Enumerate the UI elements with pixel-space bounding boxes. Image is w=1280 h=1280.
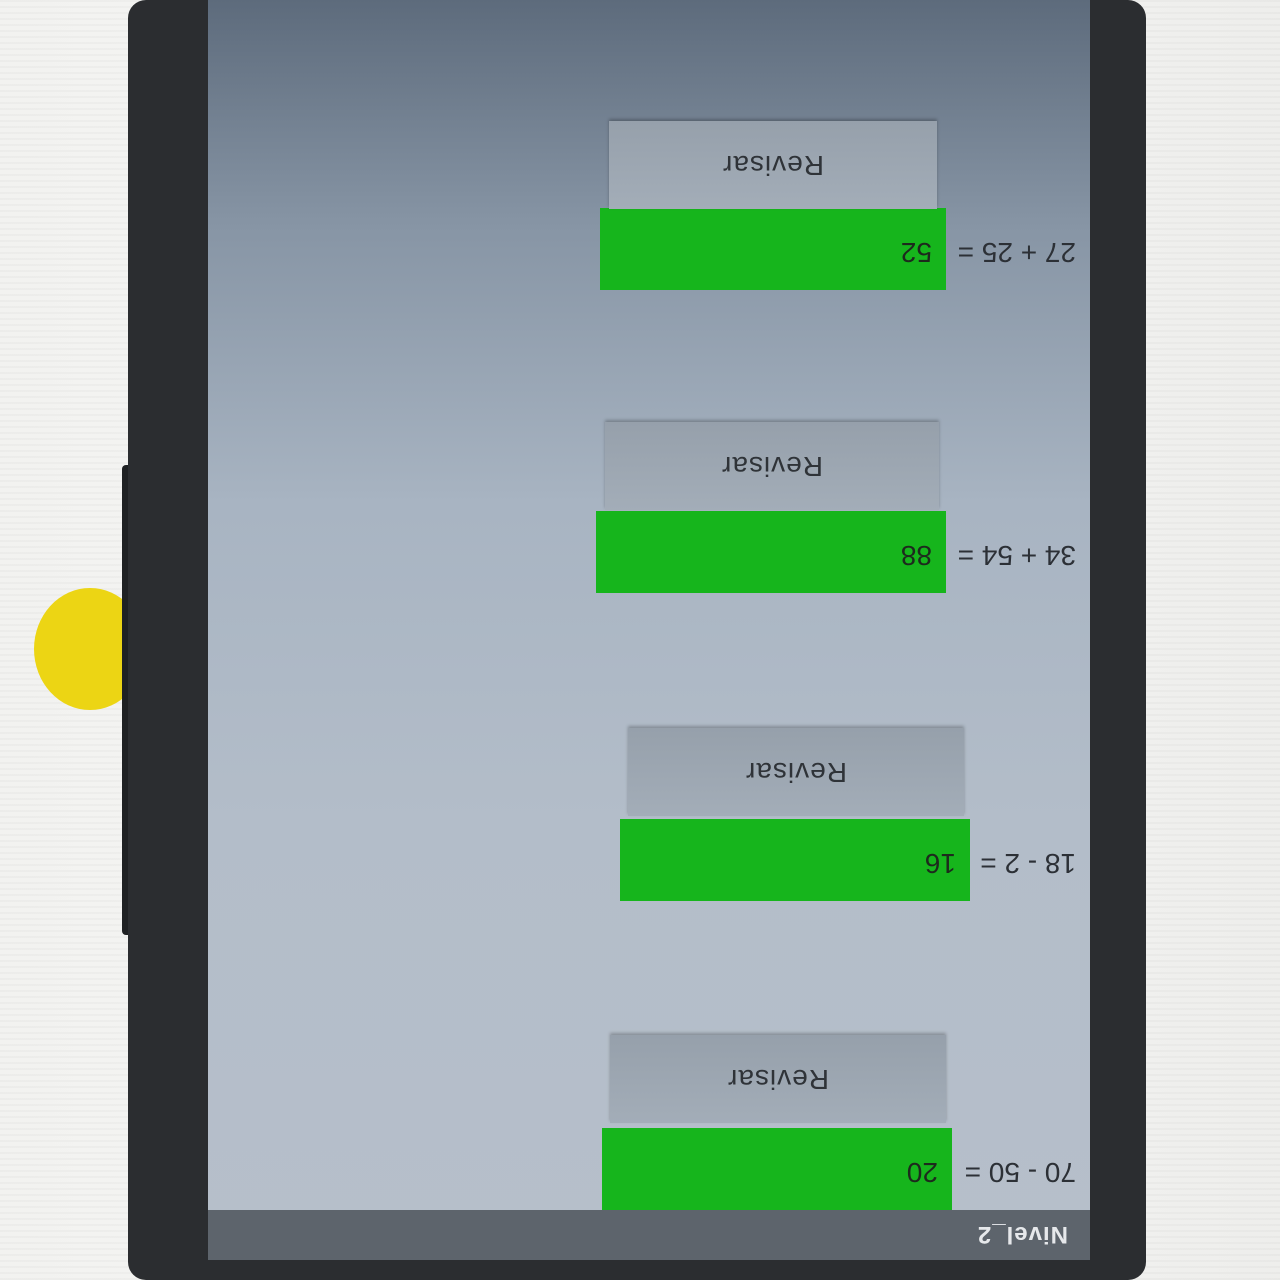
problem-row-4: 27 + 25 = 52: [208, 208, 1090, 290]
problem-row-2: 18 - 2 = 16: [208, 819, 1090, 901]
answer-field-2[interactable]: 16: [620, 819, 970, 901]
phone-screen: Nivel_2 70 - 50 = 20 Revisar 18 - 2 = 16…: [208, 0, 1090, 1260]
problem-expression: 18 - 2 =: [980, 848, 1076, 879]
app-bar: Nivel_2: [208, 1210, 1090, 1260]
answer-value: 20: [906, 1157, 938, 1188]
problem-expression: 70 - 50 =: [964, 1157, 1076, 1188]
app-view-rotated: Nivel_2 70 - 50 = 20 Revisar 18 - 2 = 16…: [208, 0, 1090, 1260]
answer-value: 16: [924, 848, 956, 879]
check-button-4[interactable]: Revisar: [609, 121, 937, 209]
problem-row-3: 34 + 54 = 88: [208, 511, 1090, 593]
check-button-2[interactable]: Revisar: [628, 728, 964, 816]
answer-field-3[interactable]: 88: [596, 511, 946, 593]
problem-row-1: 70 - 50 = 20: [208, 1128, 1090, 1210]
answer-value: 88: [900, 540, 932, 571]
answer-value: 52: [900, 237, 932, 268]
app-title: Nivel_2: [976, 1221, 1068, 1248]
check-button-1[interactable]: Revisar: [610, 1035, 946, 1123]
answer-field-1[interactable]: 20: [602, 1128, 952, 1210]
problem-expression: 34 + 54 =: [957, 540, 1076, 571]
answer-field-4[interactable]: 52: [600, 208, 946, 290]
problem-expression: 27 + 25 =: [957, 237, 1076, 268]
check-button-3[interactable]: Revisar: [605, 422, 939, 510]
